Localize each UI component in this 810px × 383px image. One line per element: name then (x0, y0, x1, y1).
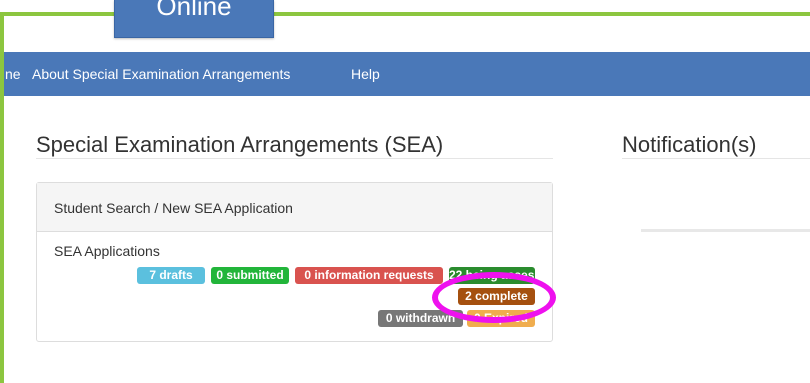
notifications-title: Notification(s) (622, 132, 757, 157)
submitted-badge[interactable]: 0 submitted (211, 267, 289, 284)
notifications-title-divider (622, 158, 810, 159)
expired-badge[interactable]: 0 Expired (467, 310, 535, 327)
page-title-divider (36, 158, 553, 159)
drafts-badge[interactable]: 7 drafts (137, 267, 205, 284)
notifications-panel-edge (641, 229, 810, 232)
information-requests-badge[interactable]: 0 information requests (295, 267, 443, 284)
sea-applications-label: SEA Applications (54, 243, 160, 259)
nav-help-link[interactable]: Help (351, 66, 380, 82)
page-title: Special Examination Arrangements (SEA) (36, 132, 444, 157)
being-assessed-badge[interactable]: 22 being assessed (449, 267, 535, 284)
main-navbar: ne About Special Examination Arrangement… (4, 52, 810, 96)
site-logo[interactable]: Online (114, 0, 274, 38)
student-search-header[interactable]: Student Search / New SEA Application (37, 183, 552, 232)
nav-about-link[interactable]: About Special Examination Arrangements (32, 66, 290, 82)
withdrawn-badge[interactable]: 0 withdrawn (378, 310, 463, 327)
site-logo-text: Online (156, 0, 232, 21)
nav-home-link[interactable]: ne (5, 66, 21, 82)
sea-panel: Student Search / New SEA Application SEA… (36, 182, 553, 342)
complete-badge[interactable]: 2 complete (458, 288, 535, 305)
